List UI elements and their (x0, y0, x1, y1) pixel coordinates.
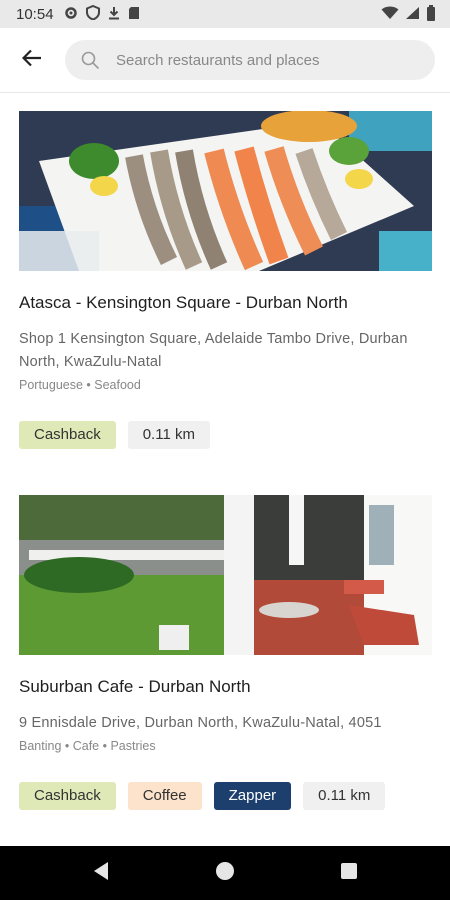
restaurant-photo[interactable] (19, 495, 432, 655)
coffee-chip[interactable]: Coffee (127, 782, 202, 810)
restaurant-name: Suburban Cafe - Durban North (19, 677, 251, 696)
status-time: 10:54 (16, 5, 54, 23)
nav-back-button[interactable] (88, 860, 114, 886)
search-input[interactable] (114, 50, 418, 70)
sd-card-icon (128, 6, 140, 23)
search-bar[interactable] (65, 40, 435, 80)
app-bar (0, 28, 450, 93)
cashback-chip[interactable]: Cashback (19, 421, 116, 449)
restaurant-chips: Cashback 0.11 km (19, 421, 210, 449)
download-icon (108, 6, 120, 23)
settings-icon (64, 6, 78, 23)
arrow-left-icon (21, 49, 42, 72)
search-icon (80, 50, 100, 70)
restaurant-chips: Cashback Coffee Zapper 0.11 km (19, 782, 386, 810)
back-button[interactable] (14, 42, 50, 78)
wifi-icon (381, 6, 399, 23)
cashback-chip[interactable]: Cashback (19, 782, 116, 810)
zapper-chip[interactable]: Zapper (213, 782, 292, 810)
recents-nav-icon (340, 862, 358, 885)
restaurant-name: Atasca - Kensington Square - Durban Nort… (19, 293, 348, 312)
shield-icon (85, 4, 100, 23)
nav-home-button[interactable] (212, 860, 238, 886)
restaurant-card[interactable]: Atasca - Kensington Square - Durban Nort… (19, 111, 432, 456)
signal-icon (405, 6, 420, 23)
system-nav-bar (0, 846, 450, 900)
back-nav-icon (92, 861, 110, 886)
restaurant-list: Atasca - Kensington Square - Durban Nort… (0, 93, 450, 845)
restaurant-photo[interactable] (19, 111, 432, 271)
restaurant-card[interactable]: Suburban Cafe - Durban North 9 Ennisdale… (19, 495, 432, 840)
distance-chip[interactable]: 0.11 km (303, 782, 386, 810)
battery-icon (426, 4, 436, 24)
restaurant-address: 9 Ennisdale Drive, Durban North, KwaZulu… (19, 715, 382, 731)
distance-chip[interactable]: 0.11 km (127, 421, 210, 449)
nav-recents-button[interactable] (336, 860, 362, 886)
home-nav-icon (215, 861, 235, 886)
restaurant-address: Shop 1 Kensington Square, Adelaide Tambo… (19, 331, 408, 370)
restaurant-tags: Banting • Cafe • Pastries (19, 739, 156, 753)
restaurant-tags: Portuguese • Seafood (19, 378, 141, 392)
status-bar: 10:54 (0, 0, 450, 28)
